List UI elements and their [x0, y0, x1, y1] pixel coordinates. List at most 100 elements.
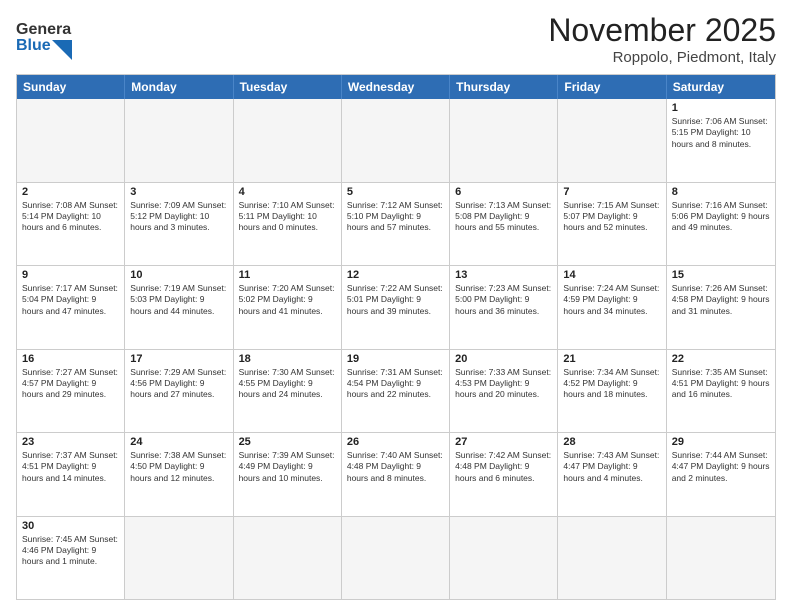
- header-saturday: Saturday: [667, 75, 775, 99]
- calendar-week-5: 23 Sunrise: 7:37 AM Sunset: 4:51 PM Dayli…: [17, 433, 775, 517]
- calendar-cell-3-5: 13 Sunrise: 7:23 AM Sunset: 5:00 PM Dayli…: [450, 266, 558, 349]
- day-info: Sunrise: 7:26 AM Sunset: 4:58 PM Dayligh…: [672, 283, 770, 317]
- day-info: Sunrise: 7:19 AM Sunset: 5:03 PM Dayligh…: [130, 283, 227, 317]
- day-info: Sunrise: 7:44 AM Sunset: 4:47 PM Dayligh…: [672, 450, 770, 484]
- calendar-cell-1-6: [558, 99, 666, 182]
- calendar-cell-2-6: 7Sunrise: 7:15 AM Sunset: 5:07 PM Daylig…: [558, 183, 666, 266]
- day-number: 5: [347, 186, 444, 198]
- day-info: Sunrise: 7:30 AM Sunset: 4:55 PM Dayligh…: [239, 367, 336, 401]
- day-number: 6: [455, 186, 552, 198]
- day-info: Sunrise: 7:39 AM Sunset: 4:49 PM Dayligh…: [239, 450, 336, 484]
- day-info: Sunrise: 7:45 AM Sunset: 4:46 PM Dayligh…: [22, 534, 119, 568]
- calendar-cell-6-4: [342, 517, 450, 600]
- calendar-cell-4-5: 20Sunrise: 7:33 AM Sunset: 4:53 PM Dayli…: [450, 350, 558, 433]
- calendar-cell-1-1: [17, 99, 125, 182]
- calendar-cell-6-6: [558, 517, 666, 600]
- day-info: Sunrise: 7:10 AM Sunset: 5:11 PM Dayligh…: [239, 200, 336, 234]
- calendar-cell-3-4: 12 Sunrise: 7:22 AM Sunset: 5:01 PM Dayli…: [342, 266, 450, 349]
- calendar-cell-3-6: 14 Sunrise: 7:24 AM Sunset: 4:59 PM Dayli…: [558, 266, 666, 349]
- calendar-cell-2-7: 8 Sunrise: 7:16 AM Sunset: 5:06 PM Daylig…: [667, 183, 775, 266]
- day-number: 19: [347, 353, 444, 365]
- calendar-cell-5-3: 25 Sunrise: 7:39 AM Sunset: 4:49 PM Dayli…: [234, 433, 342, 516]
- day-number: 21: [563, 353, 660, 365]
- day-number: 11: [239, 269, 336, 281]
- svg-text:General: General: [16, 21, 72, 38]
- calendar-week-4: 16 Sunrise: 7:27 AM Sunset: 4:57 PM Dayli…: [17, 350, 775, 434]
- day-info: Sunrise: 7:16 AM Sunset: 5:06 PM Dayligh…: [672, 200, 770, 234]
- day-info: Sunrise: 7:37 AM Sunset: 4:51 PM Dayligh…: [22, 450, 119, 484]
- day-info: Sunrise: 7:17 AM Sunset: 5:04 PM Dayligh…: [22, 283, 119, 317]
- calendar-cell-5-4: 26 Sunrise: 7:40 AM Sunset: 4:48 PM Dayli…: [342, 433, 450, 516]
- day-info: Sunrise: 7:09 AM Sunset: 5:12 PM Dayligh…: [130, 200, 227, 234]
- month-title: November 2025: [548, 12, 776, 49]
- day-info: Sunrise: 7:38 AM Sunset: 4:50 PM Dayligh…: [130, 450, 227, 484]
- calendar-cell-5-6: 28 Sunrise: 7:43 AM Sunset: 4:47 PM Dayli…: [558, 433, 666, 516]
- calendar-cell-2-1: 2Sunrise: 7:08 AM Sunset: 5:14 PM Daylig…: [17, 183, 125, 266]
- day-number: 9: [22, 269, 119, 281]
- calendar-header: Sunday Monday Tuesday Wednesday Thursday…: [17, 75, 775, 99]
- day-number: 13: [455, 269, 552, 281]
- calendar-cell-2-4: 5Sunrise: 7:12 AM Sunset: 5:10 PM Daylig…: [342, 183, 450, 266]
- calendar: Sunday Monday Tuesday Wednesday Thursday…: [16, 74, 776, 600]
- day-info: Sunrise: 7:43 AM Sunset: 4:47 PM Dayligh…: [563, 450, 660, 484]
- day-info: Sunrise: 7:29 AM Sunset: 4:56 PM Dayligh…: [130, 367, 227, 401]
- calendar-cell-2-3: 4 Sunrise: 7:10 AM Sunset: 5:11 PM Daylig…: [234, 183, 342, 266]
- day-number: 15: [672, 269, 770, 281]
- day-info: Sunrise: 7:33 AM Sunset: 4:53 PM Dayligh…: [455, 367, 552, 401]
- header: General Blue November 2025 Roppolo, Pied…: [16, 12, 776, 66]
- calendar-cell-6-2: [125, 517, 233, 600]
- day-number: 26: [347, 436, 444, 448]
- day-number: 28: [563, 436, 660, 448]
- day-number: 23: [22, 436, 119, 448]
- calendar-cell-4-3: 18Sunrise: 7:30 AM Sunset: 4:55 PM Dayli…: [234, 350, 342, 433]
- day-number: 17: [130, 353, 227, 365]
- calendar-cell-3-2: 10 Sunrise: 7:19 AM Sunset: 5:03 PM Dayli…: [125, 266, 233, 349]
- day-number: 14: [563, 269, 660, 281]
- day-info: Sunrise: 7:27 AM Sunset: 4:57 PM Dayligh…: [22, 367, 119, 401]
- calendar-week-3: 9 Sunrise: 7:17 AM Sunset: 5:04 PM Daylig…: [17, 266, 775, 350]
- calendar-week-6: 30 Sunrise: 7:45 AM Sunset: 4:46 PM Dayli…: [17, 517, 775, 600]
- calendar-cell-1-2: [125, 99, 233, 182]
- day-info: Sunrise: 7:24 AM Sunset: 4:59 PM Dayligh…: [563, 283, 660, 317]
- calendar-cell-4-6: 21 Sunrise: 7:34 AM Sunset: 4:52 PM Dayli…: [558, 350, 666, 433]
- day-number: 8: [672, 186, 770, 198]
- calendar-cell-3-3: 11Sunrise: 7:20 AM Sunset: 5:02 PM Dayli…: [234, 266, 342, 349]
- logo-area: General Blue: [16, 12, 72, 60]
- page: General Blue November 2025 Roppolo, Pied…: [0, 0, 792, 612]
- header-wednesday: Wednesday: [342, 75, 450, 99]
- calendar-cell-3-1: 9 Sunrise: 7:17 AM Sunset: 5:04 PM Daylig…: [17, 266, 125, 349]
- calendar-cell-5-1: 23 Sunrise: 7:37 AM Sunset: 4:51 PM Dayli…: [17, 433, 125, 516]
- calendar-cell-4-1: 16 Sunrise: 7:27 AM Sunset: 4:57 PM Dayli…: [17, 350, 125, 433]
- day-number: 12: [347, 269, 444, 281]
- day-info: Sunrise: 7:15 AM Sunset: 5:07 PM Dayligh…: [563, 200, 660, 234]
- calendar-cell-6-5: [450, 517, 558, 600]
- header-thursday: Thursday: [450, 75, 558, 99]
- day-number: 10: [130, 269, 227, 281]
- day-number: 30: [22, 520, 119, 532]
- day-number: 4: [239, 186, 336, 198]
- calendar-body: 1Sunrise: 7:06 AM Sunset: 5:15 PM Daylig…: [17, 99, 775, 599]
- header-tuesday: Tuesday: [234, 75, 342, 99]
- day-number: 29: [672, 436, 770, 448]
- day-info: Sunrise: 7:06 AM Sunset: 5:15 PM Dayligh…: [672, 116, 770, 150]
- svg-text:Blue: Blue: [16, 37, 51, 54]
- calendar-cell-1-3: [234, 99, 342, 182]
- day-info: Sunrise: 7:13 AM Sunset: 5:08 PM Dayligh…: [455, 200, 552, 234]
- header-monday: Monday: [125, 75, 233, 99]
- calendar-cell-1-5: [450, 99, 558, 182]
- day-number: 25: [239, 436, 336, 448]
- day-info: Sunrise: 7:40 AM Sunset: 4:48 PM Dayligh…: [347, 450, 444, 484]
- day-number: 16: [22, 353, 119, 365]
- header-sunday: Sunday: [17, 75, 125, 99]
- calendar-cell-1-4: [342, 99, 450, 182]
- calendar-cell-4-4: 19Sunrise: 7:31 AM Sunset: 4:54 PM Dayli…: [342, 350, 450, 433]
- title-area: November 2025 Roppolo, Piedmont, Italy: [548, 12, 776, 66]
- calendar-cell-5-7: 29 Sunrise: 7:44 AM Sunset: 4:47 PM Dayli…: [667, 433, 775, 516]
- day-info: Sunrise: 7:22 AM Sunset: 5:01 PM Dayligh…: [347, 283, 444, 317]
- day-info: Sunrise: 7:34 AM Sunset: 4:52 PM Dayligh…: [563, 367, 660, 401]
- day-info: Sunrise: 7:08 AM Sunset: 5:14 PM Dayligh…: [22, 200, 119, 234]
- day-info: Sunrise: 7:23 AM Sunset: 5:00 PM Dayligh…: [455, 283, 552, 317]
- day-number: 24: [130, 436, 227, 448]
- calendar-week-1: 1Sunrise: 7:06 AM Sunset: 5:15 PM Daylig…: [17, 99, 775, 183]
- calendar-cell-5-2: 24 Sunrise: 7:38 AM Sunset: 4:50 PM Dayli…: [125, 433, 233, 516]
